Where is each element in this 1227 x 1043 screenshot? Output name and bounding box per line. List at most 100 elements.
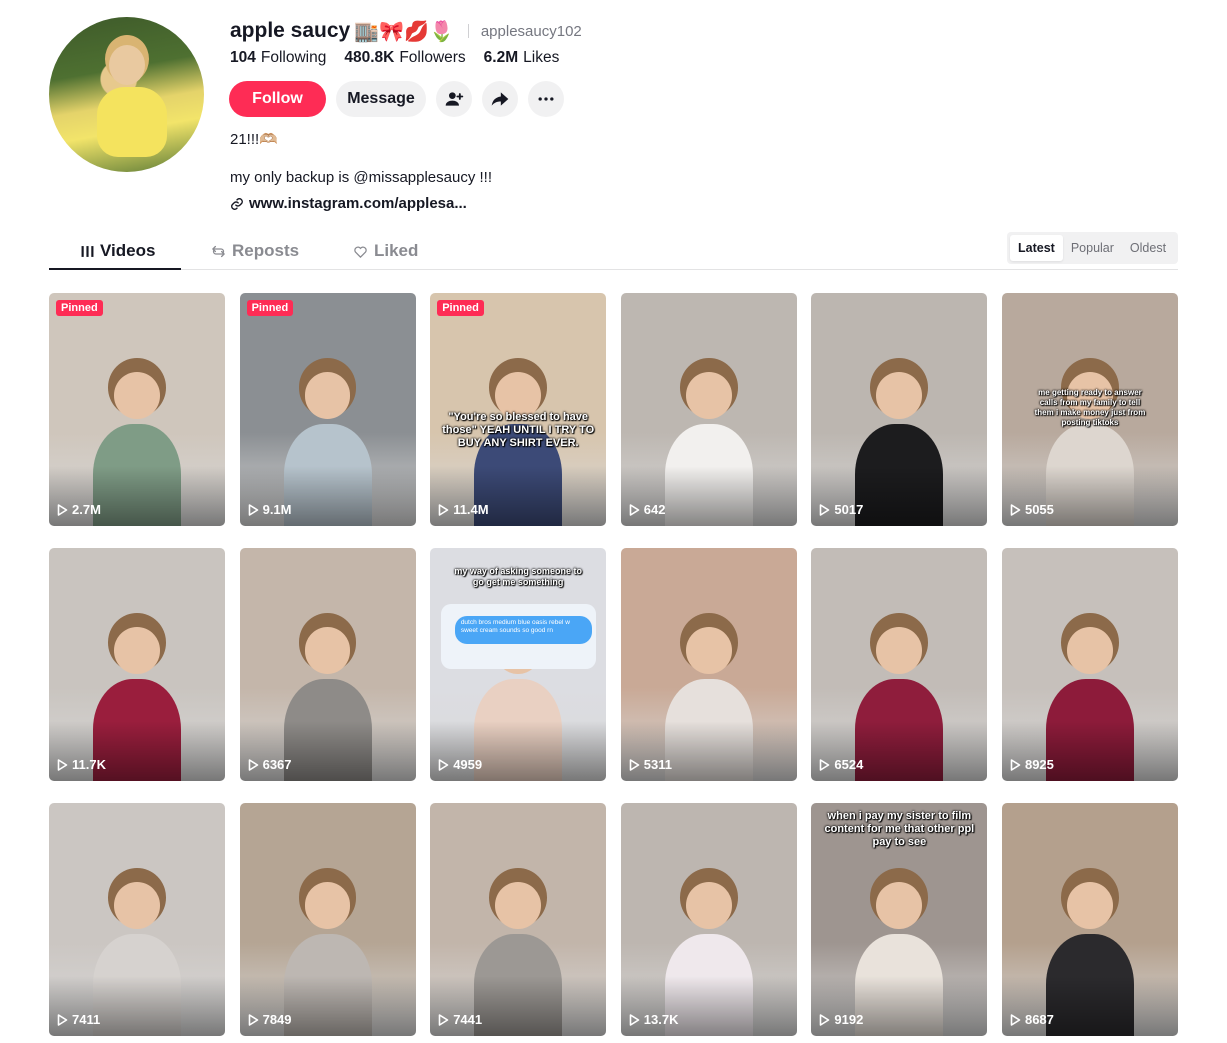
video-view-count: 6367 bbox=[248, 757, 292, 772]
video-thumbnail-face bbox=[304, 372, 351, 419]
video-view-count-text: 4959 bbox=[453, 757, 483, 772]
tab-videos-label: Videos bbox=[100, 241, 156, 260]
video-card[interactable]: Pinned 2.7M bbox=[49, 293, 225, 526]
followers-count: 480.8K bbox=[344, 49, 395, 66]
video-thumbnail-face bbox=[114, 372, 160, 419]
followers-stat[interactable]: 480.8K Followers bbox=[344, 49, 465, 67]
sort-oldest-button[interactable]: Oldest bbox=[1122, 235, 1174, 261]
profile-link-text: www.instagram.com/applesa... bbox=[249, 195, 467, 212]
video-thumbnail-face bbox=[685, 627, 732, 674]
video-bottom-gradient bbox=[239, 466, 416, 526]
video-view-count: 5055 bbox=[1010, 502, 1054, 517]
play-icon bbox=[1010, 758, 1021, 771]
video-caption-overlay: me getting ready to answer calls from my… bbox=[1034, 388, 1146, 427]
video-card[interactable]: 8687 bbox=[1001, 803, 1178, 1036]
link-icon bbox=[231, 197, 243, 210]
video-card[interactable]: 13.7K bbox=[620, 803, 797, 1036]
video-view-count: 4959 bbox=[438, 757, 482, 772]
following-label: Following bbox=[260, 49, 327, 66]
video-thumbnail-face bbox=[876, 627, 923, 674]
video-view-count: 8925 bbox=[1010, 757, 1054, 772]
play-icon bbox=[629, 758, 640, 771]
video-bottom-gradient bbox=[811, 976, 988, 1036]
video-bottom-gradient bbox=[49, 976, 225, 1036]
video-card[interactable]: me getting ready to answer calls from my… bbox=[1001, 293, 1178, 526]
video-view-count-text: 5311 bbox=[643, 757, 672, 772]
video-view-count-text: 7441 bbox=[453, 1012, 483, 1027]
message-button[interactable]: Message bbox=[336, 81, 426, 117]
play-icon bbox=[1010, 1013, 1021, 1026]
video-thumbnail-face bbox=[685, 372, 732, 419]
video-view-count: 9.1M bbox=[248, 502, 292, 517]
video-bottom-gradient bbox=[1001, 976, 1178, 1036]
profile-avatar[interactable] bbox=[49, 17, 204, 172]
video-card[interactable]: 7849 bbox=[239, 803, 416, 1036]
play-icon bbox=[438, 758, 449, 771]
video-view-count: 8687 bbox=[1010, 1012, 1054, 1027]
video-caption-overlay: when i pay my sister to film content for… bbox=[824, 810, 975, 848]
video-bottom-gradient bbox=[239, 976, 416, 1036]
video-card[interactable]: when i pay my sister to film content for… bbox=[811, 803, 988, 1036]
video-card[interactable]: 642 bbox=[620, 293, 797, 526]
bio-line-2: my only backup is @missapplesaucy !!! bbox=[230, 169, 492, 186]
sort-popular-button[interactable]: Popular bbox=[1063, 235, 1122, 261]
video-view-count: 642 bbox=[629, 502, 666, 517]
profile-actions: Follow Message bbox=[229, 81, 564, 117]
play-icon bbox=[438, 1013, 449, 1026]
video-card[interactable]: 7441 bbox=[430, 803, 607, 1036]
tab-videos[interactable]: Videos bbox=[81, 232, 155, 270]
profile-link[interactable]: www.instagram.com/applesa... bbox=[230, 195, 467, 212]
video-chat-bubble: dutch bros medium blue oasis rebel w swe… bbox=[454, 615, 593, 644]
avatar-photo-dress bbox=[97, 87, 167, 157]
tab-liked[interactable]: Liked bbox=[353, 232, 418, 270]
video-bottom-gradient bbox=[1001, 466, 1178, 526]
video-card[interactable]: 5311 bbox=[620, 548, 797, 781]
video-view-count-text: 5017 bbox=[834, 502, 864, 517]
video-thumbnail-face bbox=[876, 882, 923, 929]
video-card[interactable]: 11.7K bbox=[49, 548, 225, 781]
add-friend-button[interactable] bbox=[436, 81, 472, 117]
video-card[interactable]: 5017 bbox=[811, 293, 988, 526]
play-icon bbox=[629, 503, 640, 516]
play-icon bbox=[57, 503, 68, 516]
video-view-count-text: 7849 bbox=[262, 1012, 292, 1027]
following-stat[interactable]: 104 Following bbox=[230, 49, 326, 67]
video-view-count-text: 9.1M bbox=[262, 502, 292, 517]
follow-button[interactable]: Follow bbox=[229, 81, 326, 117]
video-bottom-gradient bbox=[620, 466, 797, 526]
sort-latest-button[interactable]: Latest bbox=[1010, 235, 1063, 261]
video-card[interactable]: "You're so blessed to have those" YEAH U… bbox=[430, 293, 607, 526]
video-thumbnail-face bbox=[114, 882, 160, 929]
video-card[interactable]: dutch bros medium blue oasis rebel w swe… bbox=[430, 548, 607, 781]
active-tab-indicator bbox=[49, 268, 181, 270]
video-view-count: 11.7K bbox=[57, 757, 106, 772]
more-button[interactable] bbox=[528, 81, 564, 117]
video-bottom-gradient bbox=[811, 466, 988, 526]
video-view-count-text: 8925 bbox=[1024, 757, 1054, 772]
pinned-badge: Pinned bbox=[246, 300, 294, 316]
video-bottom-gradient bbox=[430, 721, 607, 781]
video-thumbnail-face bbox=[1067, 627, 1113, 674]
video-card[interactable]: 6524 bbox=[811, 548, 988, 781]
video-thumbnail-face bbox=[304, 882, 351, 929]
video-view-count: 7411 bbox=[57, 1012, 100, 1027]
liked-heart-icon bbox=[354, 246, 367, 258]
video-card[interactable]: Pinned 9.1M bbox=[239, 293, 416, 526]
play-icon bbox=[248, 503, 258, 516]
video-view-count-text: 642 bbox=[643, 502, 666, 517]
video-card[interactable]: 8925 bbox=[1001, 548, 1178, 781]
share-button[interactable] bbox=[482, 81, 518, 117]
play-icon bbox=[57, 1013, 68, 1026]
share-icon bbox=[491, 92, 509, 106]
pinned-badge: Pinned bbox=[437, 300, 484, 316]
display-name: apple saucy bbox=[230, 19, 351, 42]
video-view-count-text: 13.7K bbox=[643, 1012, 679, 1027]
videos-grid-icon bbox=[81, 245, 94, 257]
video-card[interactable]: 7411 bbox=[49, 803, 225, 1036]
play-icon bbox=[248, 758, 258, 771]
video-view-count-text: 2.7M bbox=[72, 502, 101, 517]
video-card[interactable]: 6367 bbox=[239, 548, 416, 781]
tab-reposts[interactable]: Reposts bbox=[211, 232, 299, 270]
add-friend-icon bbox=[445, 92, 464, 106]
video-bottom-gradient bbox=[811, 721, 988, 781]
